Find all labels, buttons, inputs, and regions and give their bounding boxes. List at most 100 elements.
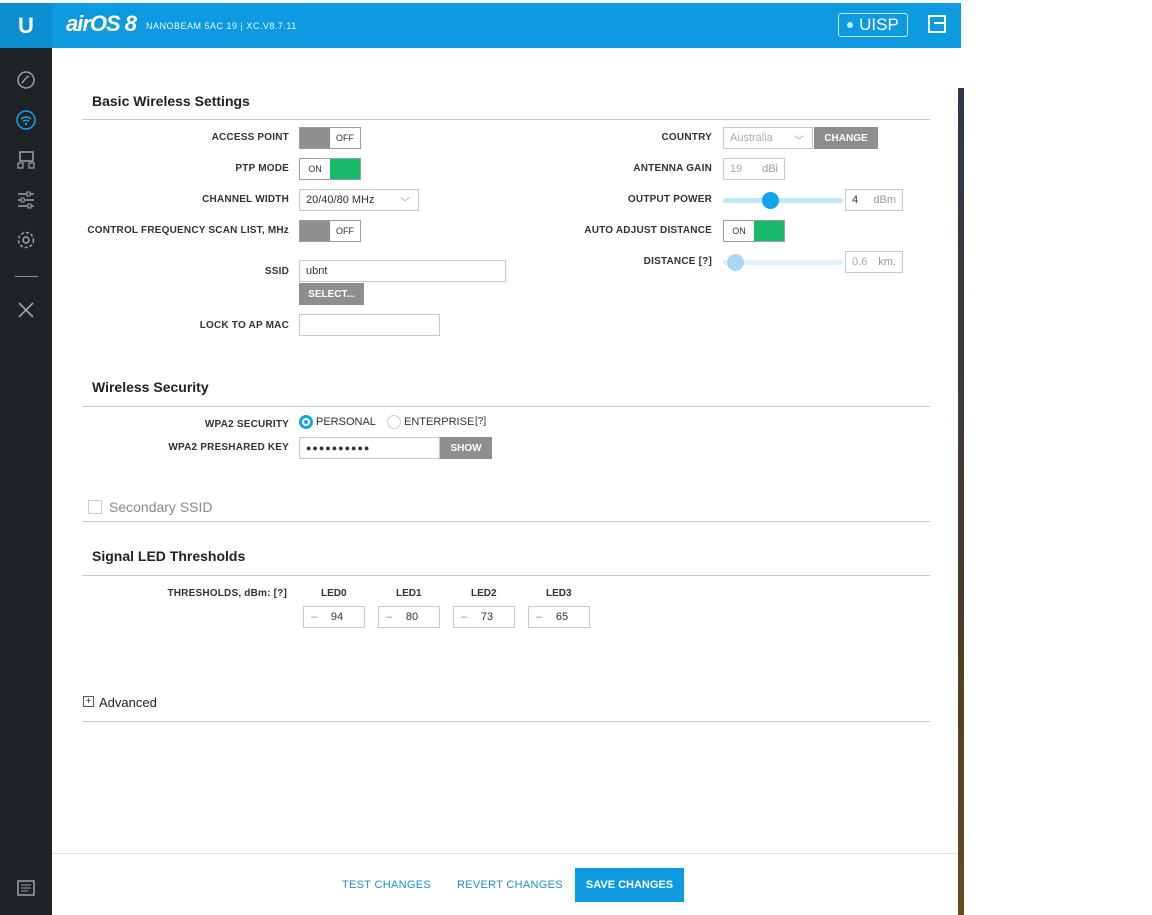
gauge-icon[interactable] [14, 68, 38, 92]
toggle-state: OFF [336, 133, 354, 143]
sidebar-divider [15, 276, 38, 277]
section-divider [82, 406, 930, 407]
revert-changes-button[interactable]: REVERT CHANGES [457, 879, 563, 891]
minus-sign: – [461, 611, 468, 623]
led0-input[interactable]: – 94 [303, 606, 365, 628]
toggle-knob [754, 221, 784, 241]
antenna-gain-value: 19 [730, 163, 743, 175]
footer-bar: TEST CHANGES REVERT CHANGES SAVE CHANGES [52, 853, 958, 915]
led0-value: 94 [330, 611, 344, 623]
uisp-button[interactable]: UISP [838, 13, 908, 37]
wifi-icon[interactable] [14, 108, 38, 132]
led1-input[interactable]: – 80 [378, 606, 440, 628]
minus-sign: – [386, 611, 393, 623]
tools-icon[interactable] [14, 298, 38, 322]
output-power-label: OUTPUT POWER [627, 194, 712, 205]
personal-label: PERSONAL [316, 416, 376, 428]
wireless-security-title: Wireless Security [92, 379, 209, 395]
scan-list-label: CONTROL FREQUENCY SCAN LIST, MHz [87, 225, 289, 236]
secondary-ssid-label: Secondary SSID [109, 499, 213, 515]
section-divider [82, 721, 930, 722]
led3-input[interactable]: – 65 [528, 606, 590, 628]
uisp-status-icon [847, 22, 854, 28]
basic-wireless-title: Basic Wireless Settings [92, 93, 250, 109]
test-changes-button[interactable]: TEST CHANGES [342, 879, 431, 891]
distance-value: 0.6 [852, 256, 868, 268]
enterprise-radio[interactable] [387, 415, 401, 429]
output-power-slider[interactable] [723, 198, 843, 203]
auto-adjust-label: AUTO ADJUST DISTANCE [584, 225, 712, 236]
led1-label: LED1 [396, 588, 422, 599]
output-power-input[interactable]: 4 dBm [845, 189, 903, 211]
ssid-input[interactable]: ubnt [299, 260, 506, 282]
channel-width-value: 20/40/80 MHz [306, 194, 375, 206]
wpa2-key-input[interactable]: ●●●●●●●●●● [299, 437, 440, 459]
toggle-knob [330, 159, 360, 179]
led-thresholds-title: Signal LED Thresholds [92, 548, 246, 564]
toggle-state: ON [732, 226, 746, 236]
country-change-button[interactable]: CHANGE [814, 127, 878, 149]
thresholds-label: THRESHOLDS, dBm: [?] [167, 588, 287, 599]
uisp-label: UISP [859, 15, 899, 34]
toggle-knob [300, 221, 330, 241]
section-divider [82, 521, 930, 522]
lock-ap-mac-input[interactable] [299, 314, 440, 336]
ptp-mode-toggle[interactable]: ON [299, 158, 361, 180]
gear-icon[interactable] [14, 228, 38, 252]
network-icon[interactable] [14, 148, 38, 172]
led2-value: 73 [480, 611, 494, 623]
show-key-button[interactable]: SHOW [440, 437, 492, 459]
secondary-ssid-checkbox[interactable] [88, 500, 102, 514]
access-point-toggle[interactable]: OFF [299, 127, 361, 149]
led1-value: 80 [405, 611, 419, 623]
output-power-value: 4 [852, 194, 859, 206]
output-power-slider-handle[interactable] [762, 192, 779, 209]
channel-width-label: CHANNEL WIDTH [202, 194, 289, 205]
scan-list-toggle[interactable]: OFF [299, 220, 361, 242]
toggle-state: OFF [336, 226, 354, 236]
toggle-knob [300, 128, 330, 148]
led3-value: 65 [555, 611, 569, 623]
ssid-select-button[interactable]: SELECT... [299, 283, 364, 305]
channel-width-select[interactable]: 20/40/80 MHz ﹀ [299, 189, 419, 211]
lock-ap-mac-label: LOCK TO AP MAC [199, 320, 289, 331]
main-content: Basic Wireless Settings ACCESS POINT OFF… [52, 48, 958, 853]
minus-sign: – [311, 611, 318, 623]
sidebar [0, 48, 52, 915]
wpa2-key-label: WPA2 PRESHARED KEY [168, 442, 289, 453]
expand-icon[interactable]: + [83, 696, 94, 707]
airos-app: U airOS 8 NANOBEAM 5AC 19 | XC.V8.7.11 U… [0, 0, 961, 915]
auto-adjust-toggle[interactable]: ON [723, 220, 785, 242]
personal-radio[interactable] [299, 415, 313, 429]
country-value: Australia [730, 132, 773, 144]
country-select[interactable]: Australia ﹀ [723, 127, 813, 149]
led2-input[interactable]: – 73 [453, 606, 515, 628]
advanced-label[interactable]: Advanced [99, 695, 157, 710]
led3-label: LED3 [546, 588, 572, 599]
logout-icon[interactable] [928, 15, 946, 33]
antenna-gain-unit: dBi [762, 163, 778, 175]
led0-label: LED0 [321, 588, 347, 599]
enterprise-label: ENTERPRISE [404, 416, 475, 428]
save-changes-button[interactable]: SAVE CHANGES [575, 868, 684, 902]
output-power-unit: dBm [873, 194, 896, 206]
led2-label: LED2 [471, 588, 497, 599]
country-label: COUNTRY [661, 132, 712, 143]
airos-brand: airOS 8 [66, 11, 137, 36]
antenna-gain-input: 19 dBi [723, 158, 785, 180]
distance-unit: km. [878, 256, 896, 268]
ubiquiti-logo-icon[interactable]: U [0, 3, 52, 48]
toggle-state: ON [308, 164, 322, 174]
chevron-down-icon: ﹀ [794, 136, 804, 147]
log-icon[interactable] [14, 876, 38, 900]
distance-slider-handle [727, 254, 744, 271]
enterprise-help[interactable]: [?] [475, 416, 486, 427]
ptp-mode-label: PTP MODE [235, 163, 289, 174]
section-divider [82, 119, 930, 120]
antenna-gain-label: ANTENNA GAIN [633, 163, 712, 174]
sliders-icon[interactable] [14, 188, 38, 212]
background-edge [958, 88, 964, 915]
chevron-down-icon: ﹀ [400, 198, 410, 209]
access-point-label: ACCESS POINT [211, 132, 289, 143]
device-info: NANOBEAM 5AC 19 | XC.V8.7.11 [146, 21, 297, 31]
